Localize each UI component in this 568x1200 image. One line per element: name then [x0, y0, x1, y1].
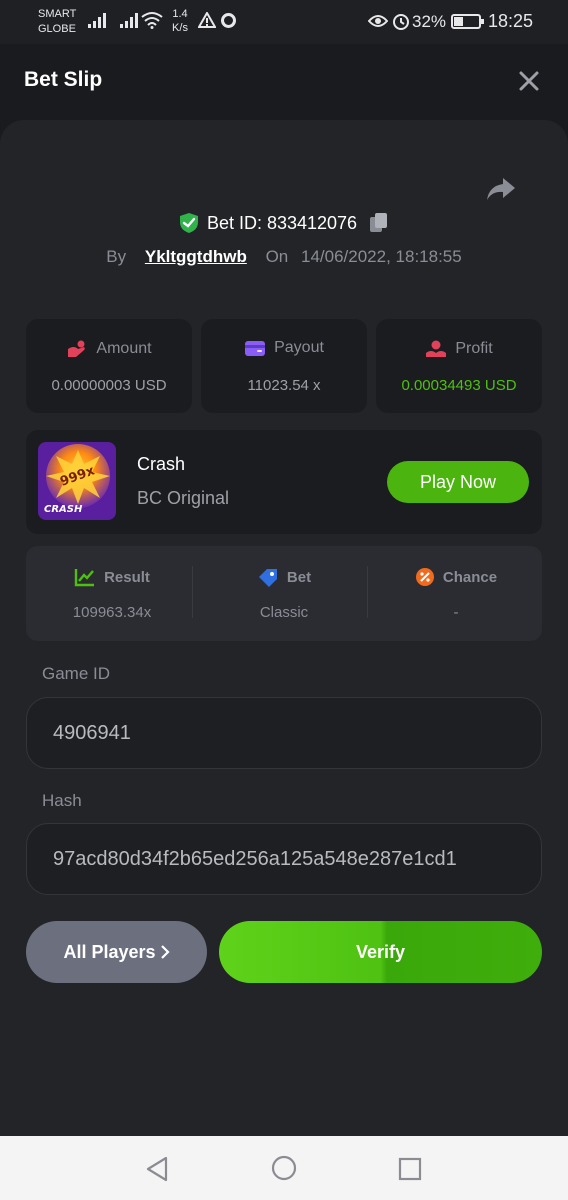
- game-id-label: Game ID: [42, 664, 111, 683]
- all-players-label: All Players: [63, 941, 156, 962]
- clock-time: 18:25: [488, 11, 534, 31]
- eye-icon: [368, 15, 388, 27]
- alarm-icon: [393, 14, 409, 30]
- header: Bet Slip: [0, 44, 568, 120]
- speed-value: 1.4: [172, 8, 188, 20]
- game-name: Crash: [137, 454, 186, 474]
- on-label: On: [265, 247, 289, 266]
- payout-value: 11023.54 x: [247, 377, 321, 394]
- play-now-button[interactable]: Play Now: [387, 461, 529, 503]
- profit-icon: [426, 340, 447, 357]
- result-value: 109963.34x: [72, 604, 152, 621]
- bet-datetime: 14/06/2022, 18:18:55: [301, 247, 462, 266]
- profit-label: Profit: [455, 340, 493, 357]
- bet-id: Bet ID: 833412076: [206, 212, 358, 233]
- chance-column: Chance -: [370, 546, 542, 641]
- close-icon[interactable]: [517, 69, 541, 93]
- all-players-button[interactable]: All Players: [26, 921, 207, 983]
- game-subtitle: BC Original: [137, 488, 230, 508]
- copy-icon[interactable]: [369, 212, 389, 234]
- result-label: Result: [104, 568, 150, 586]
- share-icon[interactable]: [486, 176, 516, 202]
- home-icon[interactable]: [271, 1155, 297, 1181]
- signal-icon-2: [120, 13, 138, 28]
- chance-value: -: [453, 604, 459, 621]
- chevron-right-icon: [160, 945, 170, 959]
- amount-icon: [68, 340, 86, 357]
- warning-icon: [198, 12, 216, 28]
- bet-type-value: Classic: [259, 604, 309, 621]
- hash-label: Hash: [42, 791, 82, 810]
- system-nav-bar: [0, 1136, 568, 1200]
- game-id-field[interactable]: 4906941: [26, 697, 542, 769]
- network-speed: 1.4 K/s: [170, 7, 190, 35]
- by-label: By: [106, 247, 127, 266]
- bet-details: Result 109963.34x Bet Classic Chance -: [26, 546, 542, 641]
- bet-label: Bet: [286, 568, 312, 586]
- page-title: Bet Slip: [24, 68, 103, 91]
- wifi-icon: [141, 12, 163, 29]
- game-card: 999x CRASH Crash BC Original Play Now: [26, 430, 542, 534]
- battery-percent: 32%: [412, 12, 447, 31]
- back-icon[interactable]: [145, 1156, 169, 1182]
- username-link[interactable]: Ykltggtdhwb: [145, 247, 247, 266]
- bet-id-row: Bet ID: 833412076: [0, 212, 568, 240]
- crash-game-thumbnail: 999x CRASH: [38, 442, 116, 520]
- tag-icon: [258, 569, 277, 587]
- thumb-title: CRASH: [44, 504, 83, 515]
- amount-card: Amount 0.00000003 USD: [26, 319, 192, 413]
- result-column: Result 109963.34x: [26, 546, 198, 641]
- amount-value: 0.00000003 USD: [51, 377, 167, 394]
- bet-column: Bet Classic: [198, 546, 370, 641]
- payout-label: Payout: [274, 339, 324, 356]
- profit-card: Profit 0.00034493 USD: [376, 319, 542, 413]
- bet-meta-row: By Ykltggtdhwb On 14/06/2022, 18:18:55: [0, 247, 568, 273]
- divider: [192, 566, 193, 618]
- signal-icon: [88, 13, 106, 28]
- verify-button[interactable]: Verify: [219, 921, 542, 983]
- speed-unit: K/s: [172, 22, 188, 34]
- status-bar: SMART GLOBE 1.4 K/s 32% 18:25: [0, 0, 568, 44]
- payout-card: Payout 11023.54 x: [201, 319, 367, 413]
- sync-icon: [221, 13, 236, 28]
- shield-check-icon: [179, 213, 198, 233]
- amount-label: Amount: [96, 340, 152, 357]
- wallet-icon: [245, 341, 266, 356]
- divider: [367, 566, 368, 618]
- percent-icon: [415, 568, 434, 586]
- profit-value: 0.00034493 USD: [401, 377, 517, 394]
- recent-apps-icon[interactable]: [398, 1157, 422, 1181]
- chance-label: Chance: [442, 568, 498, 586]
- hash-field[interactable]: 97acd80d34f2b65ed256a125a548e287e1cd1: [26, 823, 542, 895]
- chart-up-icon: [74, 569, 95, 587]
- battery-icon: [451, 14, 484, 29]
